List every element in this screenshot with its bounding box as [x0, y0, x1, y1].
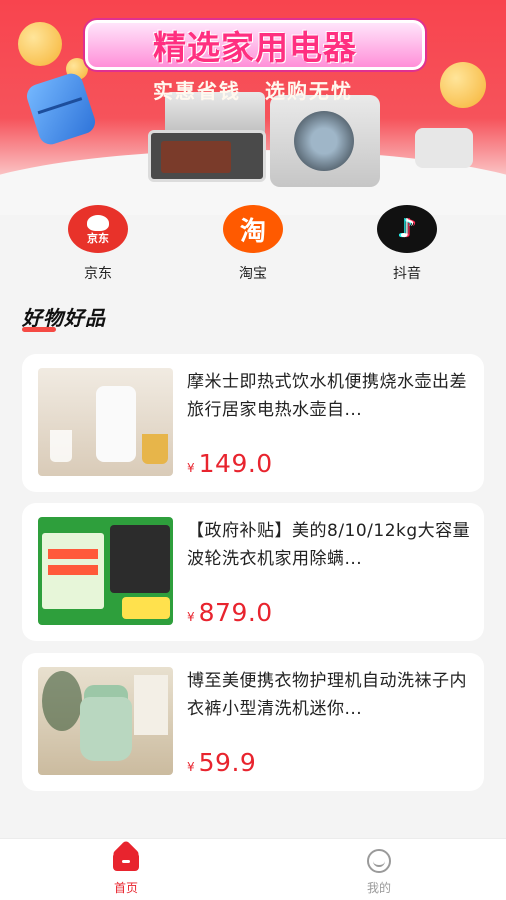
tab-home[interactable]: 首页: [86, 849, 166, 896]
taobao-logo-icon: 淘: [223, 205, 283, 253]
home-icon: [113, 851, 139, 871]
oven-image: [148, 130, 266, 182]
product-price: ¥879.0: [187, 598, 273, 627]
product-title: 【政府补贴】美的8/10/12kg大容量波轮洗衣机家用除螨...: [187, 521, 471, 569]
banner-subtitle: 实惠省钱 选购无忧: [153, 79, 353, 103]
section-title: 好物好品: [22, 302, 106, 332]
product-price: ¥59.9: [187, 748, 257, 777]
washing-machine-image: [270, 95, 380, 187]
platform-label: 京东: [84, 266, 112, 282]
product-card[interactable]: 博至美便携衣物护理机自动洗袜子内衣裤小型清洗机迷你... ¥59.9: [22, 653, 484, 791]
product-image: [38, 517, 173, 625]
douyin-logo-icon: ♪: [377, 205, 437, 253]
product-price: ¥149.0: [187, 449, 273, 478]
jd-logo-icon: 京东: [68, 205, 128, 253]
product-image: [38, 368, 173, 476]
product-card[interactable]: 【政府补贴】美的8/10/12kg大容量波轮洗衣机家用除螨... ¥879.0: [22, 503, 484, 641]
platform-list: 京东 京东 淘 淘宝 ♪ 抖音: [0, 205, 506, 285]
product-title: 博至美便携衣物护理机自动洗袜子内衣裤小型清洗机迷你...: [187, 671, 467, 719]
heater-image: [415, 128, 473, 168]
platform-taobao[interactable]: 淘 淘宝: [208, 205, 298, 283]
user-icon: [367, 849, 391, 873]
promo-banner[interactable]: 精选家用电器 实惠省钱 选购无忧: [0, 0, 506, 215]
tab-mine[interactable]: 我的: [339, 849, 419, 896]
platform-label: 抖音: [393, 266, 421, 282]
coin-icon: [18, 22, 62, 66]
product-title: 摩米士即热式饮水机便携烧水壶出差旅行居家电热水壶自...: [187, 372, 467, 420]
platform-douyin[interactable]: ♪ 抖音: [362, 205, 452, 283]
product-image: [38, 667, 173, 775]
platform-label: 淘宝: [239, 266, 267, 282]
tab-label: 我的: [366, 881, 391, 895]
tab-label: 首页: [113, 881, 138, 895]
product-card[interactable]: 摩米士即热式饮水机便携烧水壶出差旅行居家电热水壶自... ¥149.0: [22, 354, 484, 492]
banner-title: 精选家用电器: [85, 20, 425, 70]
platform-jd[interactable]: 京东 京东: [53, 205, 143, 283]
bottom-tab-bar: 首页 我的: [0, 838, 506, 900]
